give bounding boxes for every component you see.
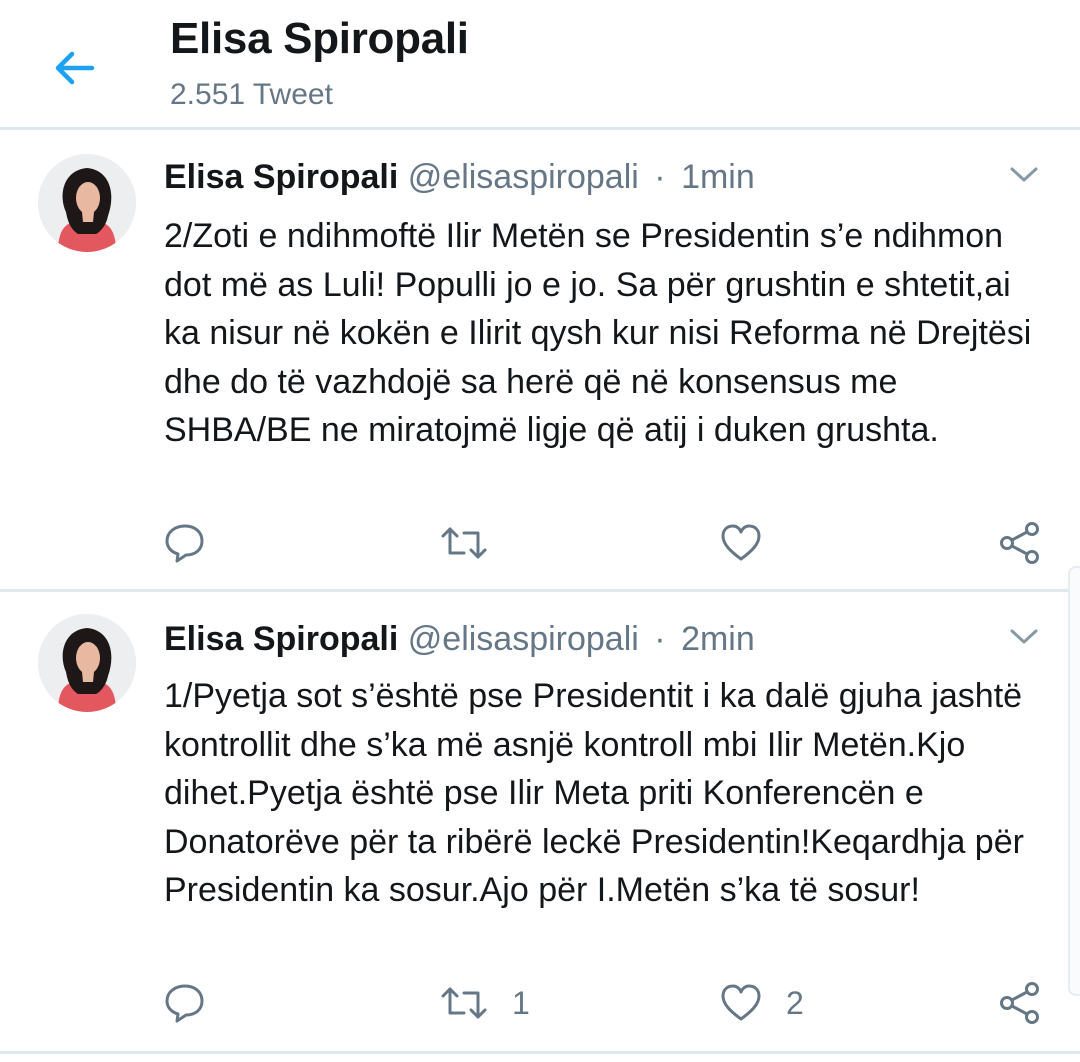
- reply-button[interactable]: [164, 518, 206, 568]
- like-button[interactable]: 2: [720, 978, 804, 1028]
- retweet-button[interactable]: 1: [440, 978, 530, 1028]
- tweet-menu-button[interactable]: [1008, 626, 1040, 648]
- tweet-text: 1/Pyetja sot s’është pse Presidentit i k…: [164, 677, 1024, 909]
- profile-header: Elisa Spiropali 2.551 Tweet: [0, 0, 1080, 130]
- back-button[interactable]: [48, 42, 100, 94]
- tweet-header: Elisa Spiropali @elisaspiropali · 1min: [164, 158, 755, 197]
- author-name[interactable]: Elisa Spiropali: [164, 620, 398, 658]
- chevron-down-icon: [1010, 167, 1038, 182]
- heart-icon: [721, 984, 761, 1021]
- tweet-menu-button[interactable]: [1008, 164, 1040, 186]
- separator-dot: ·: [654, 158, 666, 196]
- author-name[interactable]: Elisa Spiropali: [164, 158, 398, 196]
- tweet-actions: [0, 518, 1080, 568]
- author-handle[interactable]: @elisaspiropali: [408, 620, 639, 658]
- retweet-button[interactable]: [440, 518, 512, 568]
- tweet-header: Elisa Spiropali @elisaspiropali · 2min: [164, 620, 755, 659]
- avatar[interactable]: [38, 614, 136, 712]
- avatar[interactable]: [38, 154, 136, 252]
- like-button[interactable]: [720, 518, 786, 568]
- separator-dot: ·: [654, 620, 666, 658]
- page-title: Elisa Spiropali: [170, 14, 469, 63]
- retweet-icon: [441, 987, 487, 1019]
- share-icon: [1000, 522, 1039, 564]
- tweet-time[interactable]: 1min: [681, 158, 755, 196]
- tweet-text: 2/Zoti e ndihmoftë Ilir Metën se Preside…: [164, 217, 1032, 449]
- share-button[interactable]: [998, 518, 1042, 568]
- tweet-count: 2.551 Tweet: [170, 78, 333, 111]
- reply-icon: [165, 524, 204, 563]
- like-count: 2: [786, 984, 804, 1021]
- tweet-item[interactable]: Elisa Spiropali @elisaspiropali · 1min 2…: [0, 130, 1080, 592]
- arrow-left-icon: [55, 51, 95, 85]
- chevron-down-icon: [1010, 629, 1038, 644]
- tweet-actions: 1 2: [0, 978, 1080, 1028]
- reply-icon: [165, 984, 204, 1023]
- share-icon: [1000, 982, 1039, 1024]
- share-button[interactable]: [998, 978, 1042, 1028]
- tweet-item[interactable]: Elisa Spiropali @elisaspiropali · 2min 1…: [0, 592, 1080, 1054]
- heart-icon: [721, 524, 761, 561]
- reply-button[interactable]: [164, 978, 206, 1028]
- tweet-time[interactable]: 2min: [681, 620, 755, 658]
- retweet-count: 1: [512, 984, 530, 1021]
- author-handle[interactable]: @elisaspiropali: [408, 158, 639, 196]
- retweet-icon: [441, 527, 487, 559]
- scrollbar[interactable]: [1068, 566, 1080, 996]
